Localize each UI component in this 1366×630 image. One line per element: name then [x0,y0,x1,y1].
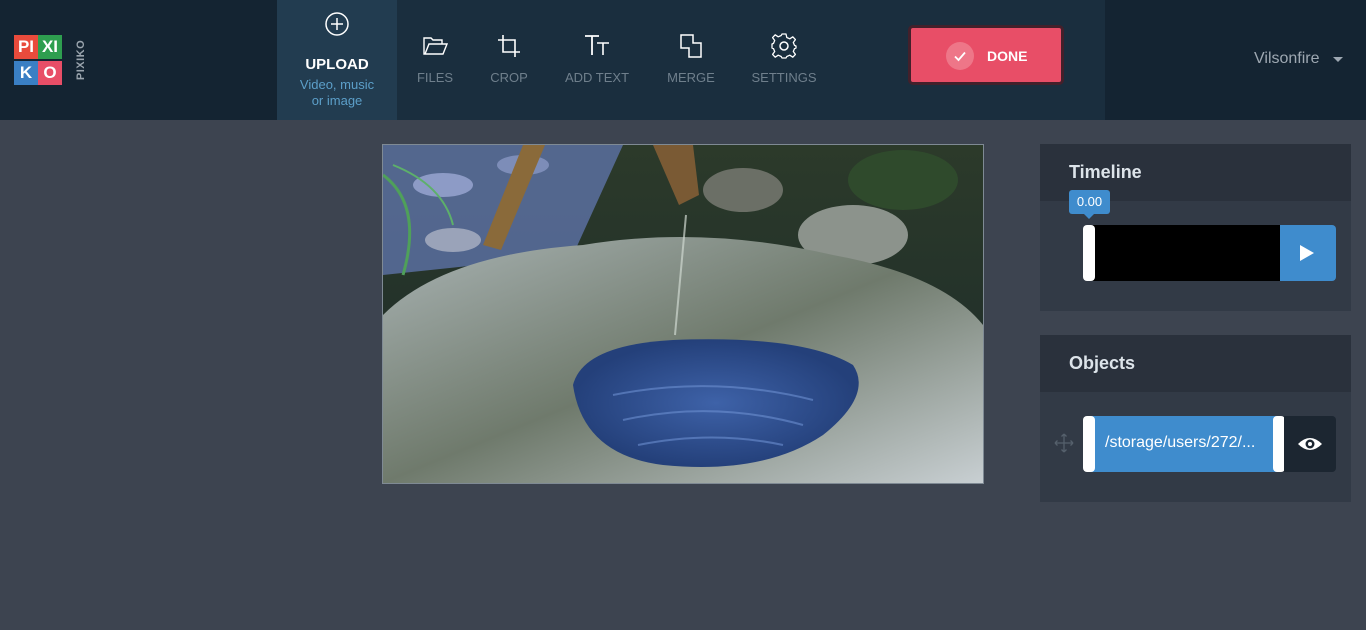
crop-icon [498,35,520,57]
objects-panel: Objects /storage/users/272/... [1040,335,1351,502]
settings-label: SETTINGS [751,70,817,85]
merge-button[interactable]: MERGE [660,0,722,120]
logo-cell-o: O [38,61,62,85]
timeline-playhead-handle[interactable] [1083,225,1095,281]
video-frame-image [383,145,983,483]
settings-button[interactable]: SETTINGS [746,0,822,120]
logo-cell-pi: PI [14,35,38,59]
upload-button[interactable]: UPLOAD Video, music or image [277,0,397,120]
crop-label: CROP [490,70,528,85]
upload-subtitle: Video, music or image [299,77,375,108]
time-badge: 0.00 [1069,190,1110,214]
logo-cell-xi: XI [38,35,62,59]
folder-open-icon [423,37,449,55]
visibility-toggle-button[interactable] [1284,416,1336,472]
timeline-track[interactable] [1088,225,1283,281]
upload-title: UPLOAD [305,56,369,73]
eye-icon [1298,438,1322,450]
move-icon[interactable] [1054,433,1074,453]
merge-icon [680,34,702,58]
add-text-label: ADD TEXT [564,70,630,85]
pixiko-logo[interactable]: PI XI K O PIXIKO [14,35,88,85]
done-label: DONE [987,48,1028,64]
plus-circle-icon [325,12,349,36]
timeline-panel: Timeline 0.00 [1040,144,1351,311]
logo-cell-k: K [14,61,38,85]
play-button[interactable] [1280,225,1336,281]
objects-header: Objects [1040,335,1351,392]
object-item-label: /storage/users/272/... [1105,434,1256,451]
logo-side-text: PIXIKO [75,39,88,81]
time-badge-pointer [1084,214,1094,219]
done-button[interactable]: DONE [908,25,1064,85]
gear-icon [771,33,797,59]
add-text-button[interactable]: ADD TEXT [556,0,638,120]
merge-label: MERGE [667,70,715,85]
caret-down-icon[interactable] [1333,57,1343,62]
object-trim-start-handle[interactable] [1083,416,1095,472]
video-preview [382,144,984,484]
timeline-title: Timeline [1069,162,1142,182]
object-item-bar[interactable]: /storage/users/272/... [1088,416,1278,472]
play-icon [1300,245,1314,261]
crop-button[interactable]: CROP [479,0,539,120]
files-button[interactable]: FILES [405,0,465,120]
text-icon [585,35,609,55]
files-label: FILES [416,70,454,85]
check-icon [946,42,974,70]
objects-title: Objects [1069,353,1136,373]
user-menu[interactable]: Vilsonfire [1254,50,1320,68]
